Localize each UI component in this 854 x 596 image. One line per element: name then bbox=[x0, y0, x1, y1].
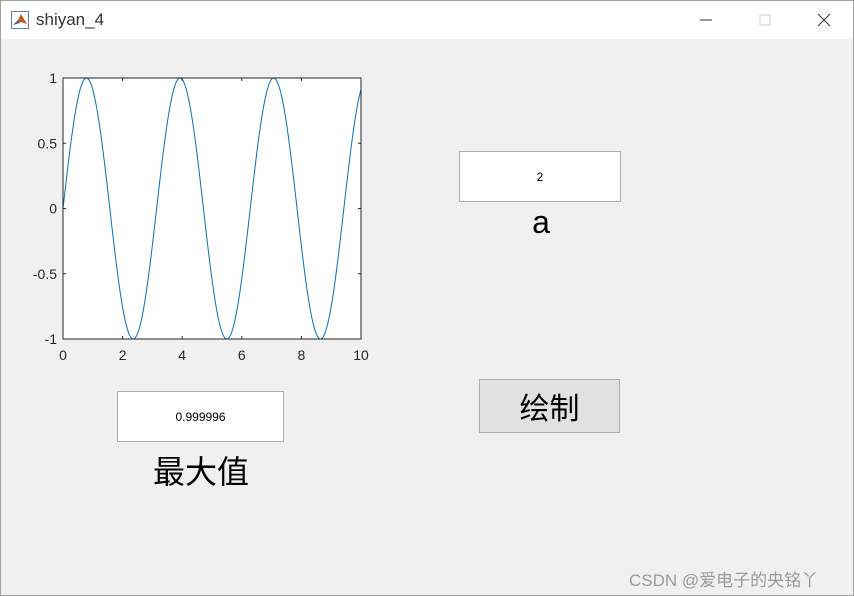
a-input[interactable]: 2 bbox=[459, 151, 621, 202]
watermark-text: CSDN @爱电子的央铭丫 bbox=[629, 571, 819, 590]
minimize-button[interactable] bbox=[677, 1, 735, 39]
sine-chart: 0 2 4 6 8 10 1 0.5 0 -0.5 -1 bbox=[33, 70, 369, 363]
window-title: shiyan_4 bbox=[36, 10, 105, 29]
x-tick-label: 10 bbox=[353, 347, 369, 363]
maximize-button[interactable] bbox=[736, 1, 794, 39]
y-tick-label: 0.5 bbox=[38, 135, 58, 151]
draw-button[interactable]: 绘制 bbox=[479, 379, 620, 433]
y-tick-label: -0.5 bbox=[33, 266, 57, 282]
max-value-label: 最大值 bbox=[152, 453, 249, 491]
a-label: a bbox=[532, 204, 550, 240]
y-tick-label: -1 bbox=[45, 331, 58, 347]
x-tick-label: 8 bbox=[298, 347, 306, 363]
x-tick-label: 2 bbox=[119, 347, 127, 363]
close-button[interactable] bbox=[795, 1, 853, 39]
title-bar: shiyan_4 bbox=[1, 1, 853, 39]
x-tick-label: 6 bbox=[238, 347, 246, 363]
max-value-field[interactable]: 0.999996 bbox=[117, 391, 284, 442]
minimize-icon bbox=[700, 19, 712, 21]
x-tick-label: 0 bbox=[59, 347, 67, 363]
maximize-icon bbox=[759, 14, 771, 26]
plot-area bbox=[63, 78, 361, 339]
y-tick-label: 0 bbox=[49, 201, 57, 217]
matlab-icon bbox=[11, 11, 29, 29]
x-tick-label: 4 bbox=[178, 347, 186, 363]
app-window: shiyan_4 0 2 4 6 8 10 1 0.5 0 -0.5 -1 2 a 0.999996… bbox=[0, 0, 854, 596]
close-icon bbox=[817, 13, 831, 27]
y-tick-label: 1 bbox=[49, 70, 57, 86]
